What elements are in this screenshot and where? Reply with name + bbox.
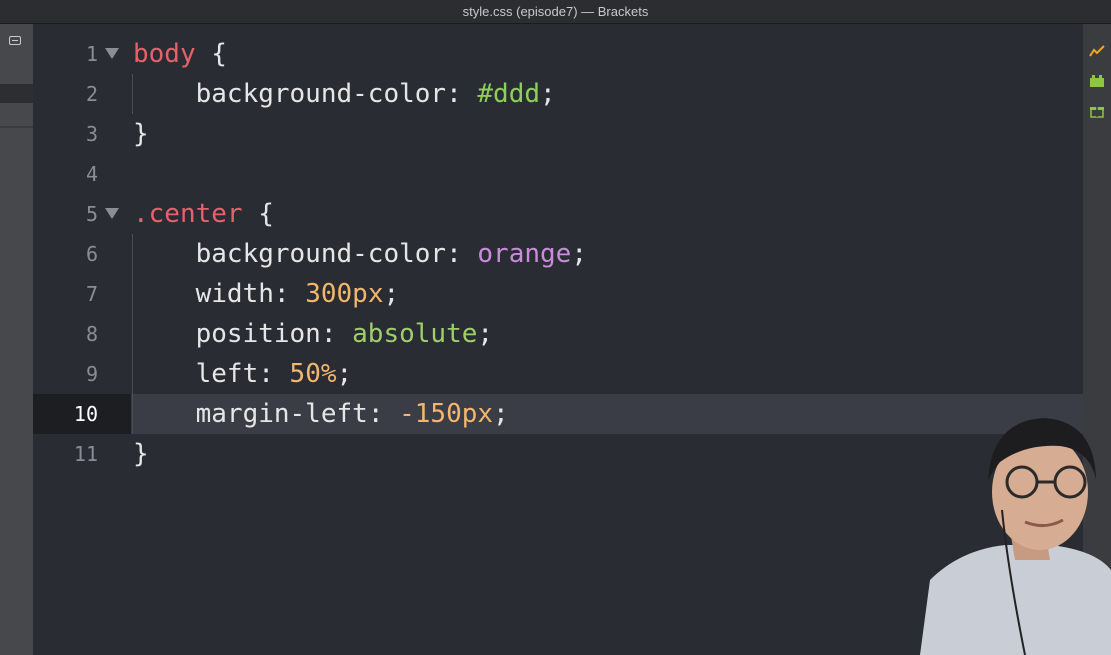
- code-token: :: [446, 239, 478, 269]
- code-token: :: [273, 279, 306, 309]
- code-token: margin-left: [133, 399, 368, 429]
- code-text: left: 50%;: [133, 354, 353, 394]
- code-token: #ddd: [477, 79, 541, 109]
- code-text: background-color: orange;: [133, 234, 587, 274]
- code-token: body: [133, 39, 196, 69]
- code-line[interactable]: 1 body {: [33, 34, 1083, 74]
- line-number: 8: [85, 322, 98, 346]
- code-line[interactable]: 6 background-color: orange;: [33, 234, 1083, 274]
- window-title: style.css (episode7) — Brackets: [0, 0, 1111, 24]
- sidebar-toggle-icon[interactable]: [9, 36, 21, 45]
- code-token: ;: [493, 399, 509, 429]
- code-line[interactable]: 8 position: absolute;: [33, 314, 1083, 354]
- code-token: ;: [477, 319, 494, 349]
- code-line[interactable]: 5 .center {: [33, 194, 1083, 234]
- code-token: ;: [540, 79, 556, 109]
- code-token: {: [195, 39, 227, 69]
- code-text: body {: [133, 34, 227, 74]
- code-token: 50%: [289, 359, 337, 389]
- code-line[interactable]: 4: [33, 154, 1083, 194]
- code-token: ;: [383, 279, 400, 309]
- code-text: background-color: #ddd;: [133, 74, 556, 114]
- code-line[interactable]: 2 background-color: #ddd;: [33, 74, 1083, 114]
- code-token: :: [320, 319, 353, 349]
- code-token: {: [242, 199, 274, 229]
- code-token: background-color: [133, 79, 447, 109]
- line-number: 4: [85, 162, 98, 186]
- code-token: ;: [571, 239, 587, 269]
- code-token: :: [367, 399, 400, 429]
- code-text: .center {: [133, 194, 274, 234]
- line-number: 11: [73, 442, 98, 466]
- presenter-webcam: [920, 418, 1111, 655]
- code-token: .center: [133, 199, 243, 229]
- sidebar-divider: [0, 126, 33, 128]
- live-preview-icon[interactable]: [1089, 44, 1105, 58]
- code-token: :: [446, 79, 478, 109]
- fold-toggle-icon[interactable]: [105, 208, 119, 219]
- gift-icon[interactable]: [1089, 104, 1105, 118]
- code-line[interactable]: 7 width: 300px;: [33, 274, 1083, 314]
- extension-manager-icon[interactable]: [1089, 74, 1105, 88]
- code-token: -150px: [399, 399, 494, 429]
- code-text: position: absolute;: [133, 314, 493, 354]
- code-token: }: [133, 439, 149, 469]
- code-token: left: [133, 359, 259, 389]
- line-number: 2: [85, 82, 98, 106]
- code-token: position: [133, 319, 321, 349]
- code-token: orange: [477, 239, 572, 269]
- line-number: 10: [73, 402, 98, 426]
- fold-toggle-icon[interactable]: [105, 48, 119, 59]
- code-token: absolute: [352, 319, 478, 349]
- line-number: 1: [85, 42, 98, 66]
- code-line[interactable]: 9 left: 50%;: [33, 354, 1083, 394]
- code-token: ;: [336, 359, 353, 389]
- code-token: :: [258, 359, 290, 389]
- code-text: margin-left: -150px;: [133, 394, 509, 434]
- code-token: 300px: [305, 279, 384, 309]
- code-token: }: [133, 119, 149, 149]
- line-number: 6: [85, 242, 98, 266]
- line-number: 9: [85, 362, 98, 386]
- code-token: width: [133, 279, 274, 309]
- line-number: 3: [85, 122, 98, 146]
- sidebar-selected-item[interactable]: [0, 84, 33, 103]
- code-text: width: 300px;: [133, 274, 400, 314]
- code-text: }: [133, 114, 149, 154]
- code-text: }: [133, 434, 149, 474]
- line-number: 7: [85, 282, 98, 306]
- code-token: background-color: [133, 239, 447, 269]
- sidebar: [0, 24, 33, 655]
- line-number: 5: [85, 202, 98, 226]
- code-line[interactable]: 3}: [33, 114, 1083, 154]
